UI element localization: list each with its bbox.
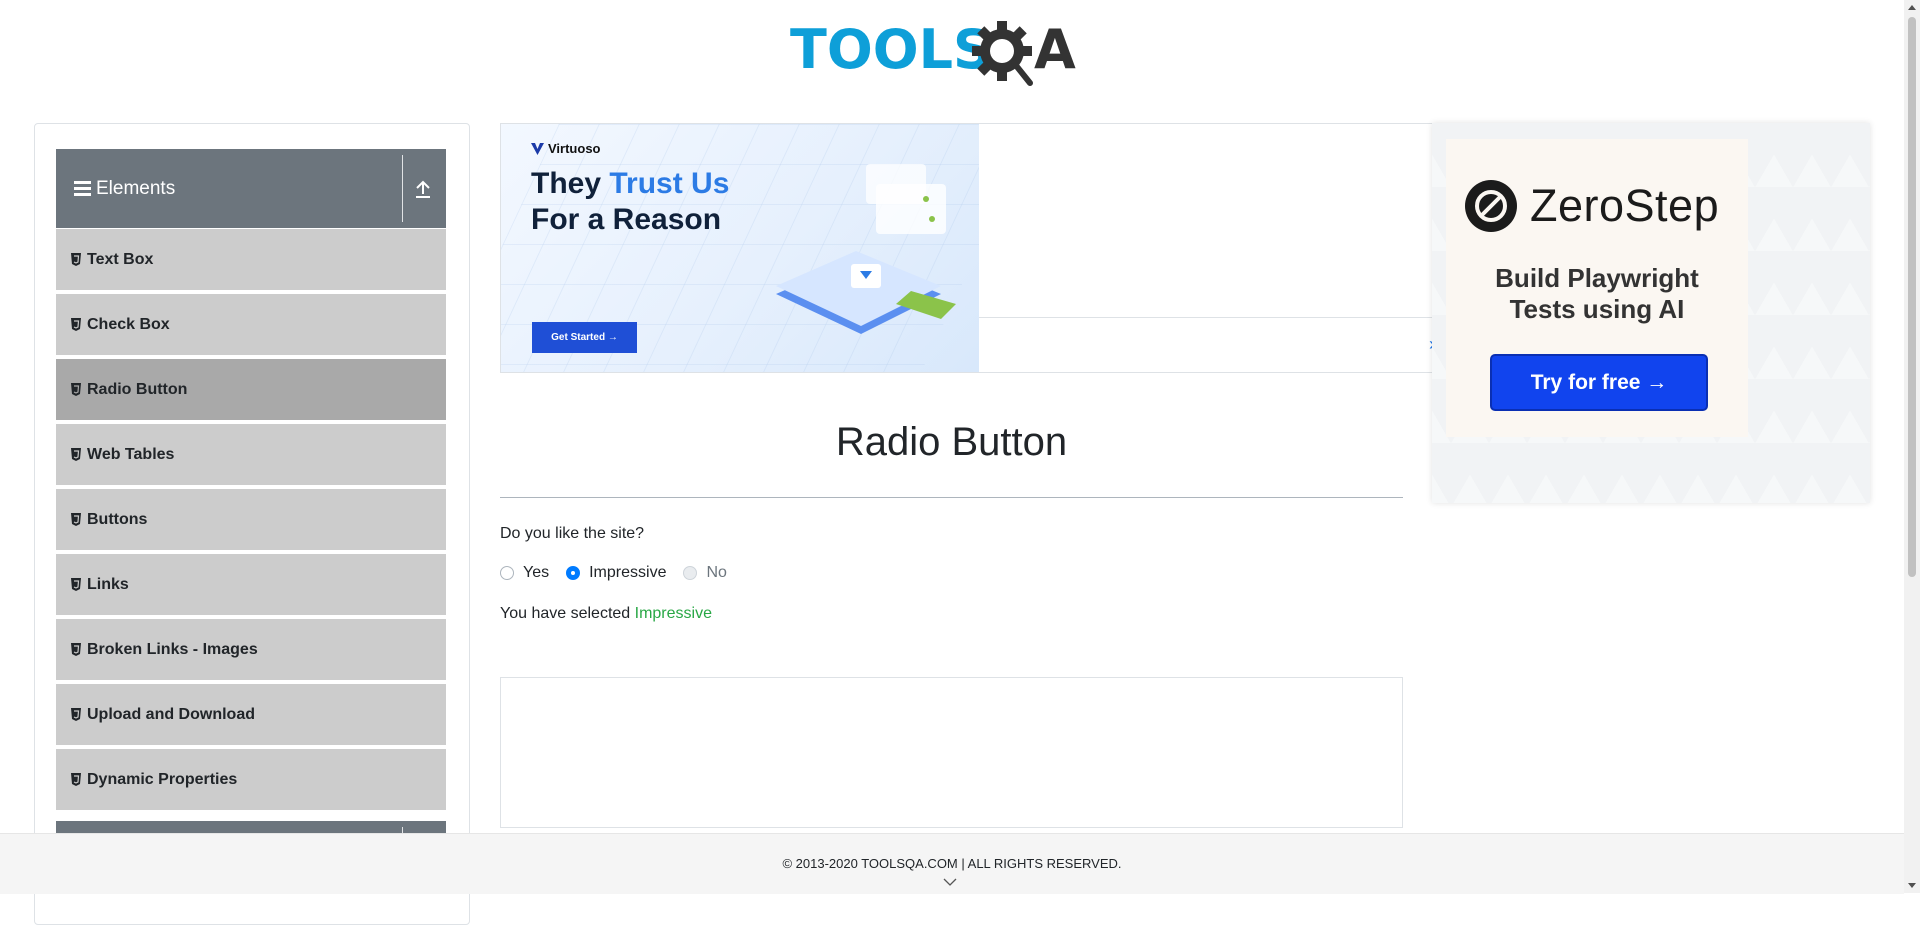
zerostep-logo: ZeroStep: [1464, 179, 1719, 233]
radio-yes-label[interactable]: Yes: [523, 564, 549, 582]
radio-no-label[interactable]: No: [706, 564, 726, 582]
right-side-ad[interactable]: ZeroStep Build Playwright Tests using AI…: [1432, 123, 1870, 503]
scrollbar-thumb[interactable]: [1908, 17, 1916, 577]
zerostep-tagline: Build Playwright Tests using AI: [1495, 263, 1699, 324]
sidebar-item-label: Links: [87, 575, 129, 593]
virtuoso-headline: They Trust Us For a Reason: [531, 167, 730, 236]
sidebar-item-label: Text Box: [87, 250, 154, 268]
html5-icon: [71, 773, 81, 786]
try-for-free-button[interactable]: Try for free →: [1490, 354, 1708, 411]
scroll-down-arrow-icon[interactable]: [1908, 883, 1916, 888]
sidebar-item-label: Broken Links - Images: [87, 640, 258, 658]
sidebar-item-label: Upload and Download: [87, 705, 255, 723]
sidebar-item-links[interactable]: Links: [56, 553, 446, 618]
radio-group: Yes Impressive No: [500, 564, 744, 582]
group-title: Elements: [96, 177, 176, 199]
radio-impressive-input[interactable]: [566, 566, 581, 580]
logo-text-a: A: [1034, 18, 1076, 81]
sidebar-item-text-box[interactable]: Text Box: [56, 228, 446, 293]
radio-impressive[interactable]: Impressive: [566, 564, 666, 582]
ad-divider: [979, 317, 1433, 318]
radio-no-input[interactable]: [683, 566, 698, 580]
html5-icon: [71, 578, 81, 591]
title-divider: [500, 497, 1403, 498]
result-prefix: You have selected: [500, 605, 635, 622]
radio-no[interactable]: No: [683, 564, 727, 582]
result-value: Impressive: [634, 605, 712, 622]
footer: © 2013-2020 TOOLSQA.COM | ALL RIGHTS RES…: [0, 833, 1904, 894]
page-title: Radio Button: [835, 420, 1068, 464]
toolsqa-logo[interactable]: TOOLS A: [790, 16, 1116, 90]
sidebar-item-label: Web Tables: [87, 445, 175, 463]
virtuoso-ad-image[interactable]: Virtuoso They Trust Us For a Reason Get …: [501, 124, 979, 372]
radio-yes[interactable]: Yes: [500, 564, 549, 582]
html5-icon: [71, 708, 81, 721]
get-started-button[interactable]: Get Started →: [532, 322, 637, 353]
vertical-scrollbar[interactable]: [1904, 0, 1920, 893]
elements-group-header[interactable]: Elements: [56, 149, 446, 228]
sidebar-item-upload-download[interactable]: Upload and Download: [56, 683, 446, 748]
left-sidebar: Elements Text Box Check Box Radio Button…: [34, 123, 470, 925]
logo-text-tools: TOOLS: [790, 18, 992, 81]
sidebar-item-radio-button[interactable]: Radio Button: [56, 358, 446, 423]
zerostep-logo-icon: [1465, 180, 1517, 232]
html5-icon: [71, 448, 81, 461]
scroll-up-arrow-icon[interactable]: [1908, 5, 1916, 10]
virtuoso-illustration: [776, 164, 956, 334]
html5-icon: [71, 643, 81, 656]
virtuoso-brand: Virtuoso: [531, 141, 601, 156]
hamburger-icon: [74, 181, 91, 196]
html5-icon: [71, 318, 81, 331]
sidebar-item-label: Buttons: [87, 510, 148, 528]
sidebar-item-broken-links[interactable]: Broken Links - Images: [56, 618, 446, 683]
footer-copyright: © 2013-2020 TOOLSQA.COM | ALL RIGHTS RES…: [782, 856, 1122, 871]
sidebar-item-check-box[interactable]: Check Box: [56, 293, 446, 358]
header-divider: [402, 155, 403, 222]
sidebar-item-label: Check Box: [87, 315, 170, 333]
bottom-ad-slot: [500, 677, 1403, 828]
sidebar-item-label: Dynamic Properties: [87, 770, 238, 788]
sidebar-item-dynamic-properties[interactable]: Dynamic Properties: [56, 748, 446, 813]
radio-impressive-label[interactable]: Impressive: [589, 564, 666, 582]
html5-icon: [71, 253, 81, 266]
sidebar-item-label: Radio Button: [87, 380, 188, 398]
sidebar-item-web-tables[interactable]: Web Tables: [56, 423, 446, 488]
zerostep-ad-card[interactable]: ZeroStep Build Playwright Tests using AI…: [1446, 139, 1748, 437]
virtuoso-logo-icon: [531, 142, 544, 155]
question-text: Do you like the site?: [500, 525, 645, 542]
sidebar-item-buttons[interactable]: Buttons: [56, 488, 446, 553]
selection-result: You have selected Impressive: [500, 605, 712, 623]
ad-banner[interactable]: Virtuoso They Trust Us For a Reason Get …: [500, 123, 1435, 373]
elements-menu: Text Box Check Box Radio Button Web Tabl…: [56, 228, 446, 813]
radio-yes-input[interactable]: [500, 566, 514, 580]
chevron-down-icon[interactable]: [943, 878, 957, 887]
collapse-up-icon[interactable]: [414, 175, 432, 201]
html5-icon: [71, 383, 81, 396]
html5-icon: [71, 513, 81, 526]
